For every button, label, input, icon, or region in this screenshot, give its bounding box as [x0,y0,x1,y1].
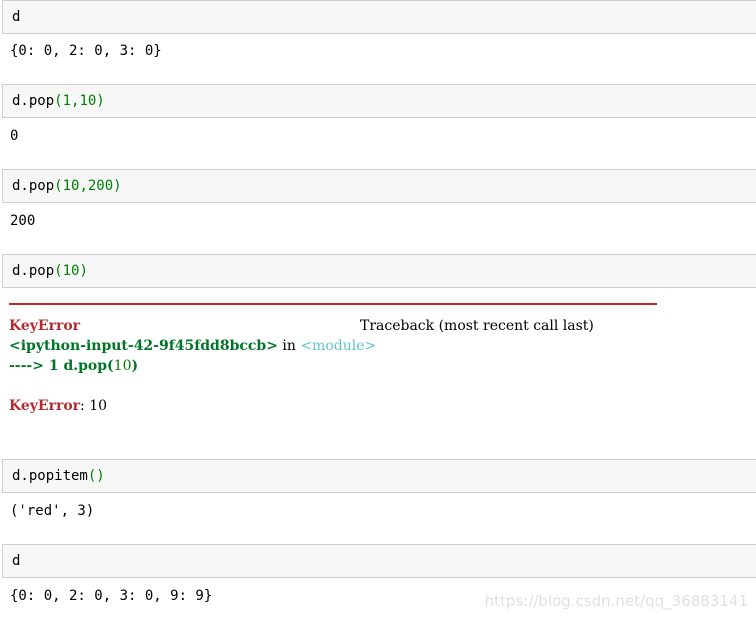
code-cell-input-5[interactable]: d.popitem() [2,459,756,493]
traceback-label: Traceback (most recent call last) [360,318,594,334]
traceback-input-ref: <ipython-input-42-9f45fdd8bccb> [9,338,278,354]
cell-output-5: ('red', 3) [10,503,95,519]
cell-output-6: {0: 0, 2: 0, 3: 0, 9: 9} [10,588,213,604]
code-method: popitem [28,468,88,484]
traceback-module: <module> [300,338,377,354]
code-method: pop [28,263,55,279]
code-obj: d. [12,93,29,109]
code-cell-input-4[interactable]: d.pop(10) [2,254,756,288]
code-obj: d. [12,178,29,194]
code-cell-input-3[interactable]: d.pop(10,200) [2,169,756,203]
traceback-location: <ipython-input-42-9f45fdd8bccb> in <modu… [9,336,376,356]
code-obj: d [12,553,21,569]
code-cell-input-6[interactable]: d [2,544,756,578]
final-error-name: KeyError [9,398,81,414]
code-cell-input-1[interactable]: d [2,0,756,34]
code-obj: d. [12,263,29,279]
cell-output-2: 0 [10,128,19,144]
code-obj: d [12,9,21,25]
traceback-in: in [277,338,301,354]
cell-output-3: 200 [10,213,36,229]
code-args: (1,10) [54,93,105,109]
code-args: (10,200) [54,178,122,194]
traceback-arrow-line: ----> 1 d.pop(10) [9,358,139,374]
code-args: () [87,468,105,484]
cell-output-1: {0: 0, 2: 0, 3: 0} [10,43,162,59]
traceback-final-error: KeyError: 10 [9,396,107,416]
traceback-separator [9,303,657,305]
code-obj: d. [12,468,29,484]
final-error-msg: : 10 [80,398,108,414]
code-method: pop [28,178,55,194]
watermark-text: https://blog.csdn.net/qq_36883141 [484,592,748,610]
code-method: pop [28,93,55,109]
code-cell-input-2[interactable]: d.pop(1,10) [2,84,756,118]
code-args: (10) [54,263,88,279]
traceback-error-name: KeyError [9,318,81,334]
